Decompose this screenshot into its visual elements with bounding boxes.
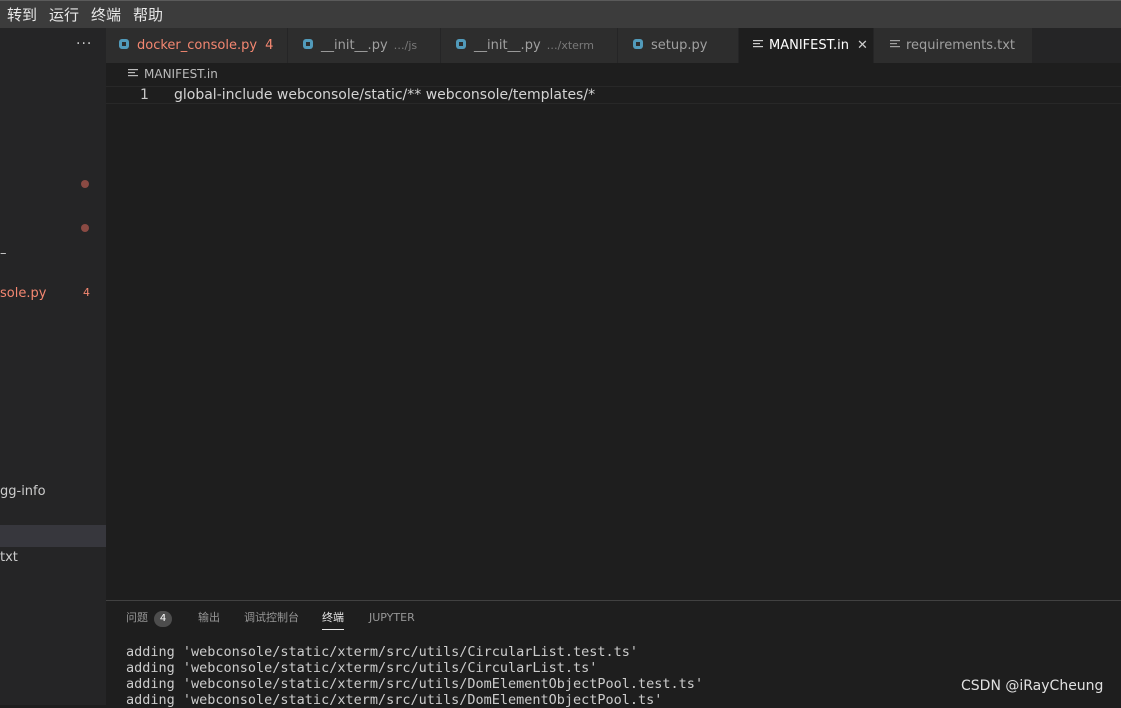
problems-count-badge: 4: [154, 611, 172, 627]
menu-help[interactable]: 帮助: [133, 6, 163, 24]
editor-tab-bar: docker_console.py 4 __init__.py …/js __in…: [106, 28, 1121, 63]
explorer-sidebar: ··· – sole.py 4 gg-info txt: [0, 28, 106, 705]
line-number: 1: [140, 87, 149, 103]
tab-path-hint: …/xterm: [546, 39, 594, 52]
sidebar-item-error-count: 4: [83, 286, 90, 299]
python-file-icon: [119, 39, 129, 49]
text-file-icon: [128, 69, 138, 77]
tab-manifest[interactable]: MANIFEST.in ✕: [739, 28, 874, 63]
tab-init-js[interactable]: __init__.py …/js: [288, 28, 441, 63]
tab-requirements[interactable]: requirements.txt: [874, 28, 1033, 63]
tab-problems[interactable]: 问题 4: [126, 611, 172, 627]
python-file-icon: [303, 39, 313, 49]
menu-goto[interactable]: 转到: [7, 6, 37, 24]
tab-jupyter[interactable]: JUPYTER: [369, 611, 415, 625]
menu-bar: 转到 运行 终端 帮助: [0, 0, 1121, 28]
sidebar-selected-row[interactable]: [0, 525, 106, 547]
python-file-icon: [633, 39, 643, 49]
sidebar-item-requirements[interactable]: txt: [0, 550, 18, 565]
tab-path-hint: …/js: [393, 39, 418, 52]
text-file-icon: [890, 40, 900, 48]
tab-label: requirements.txt: [906, 38, 1016, 53]
modified-dot-icon: [81, 224, 89, 232]
tab-output[interactable]: 输出: [198, 611, 220, 625]
tab-label: docker_console.py: [137, 38, 258, 53]
close-icon[interactable]: ✕: [857, 38, 868, 53]
breadcrumb[interactable]: MANIFEST.in: [128, 67, 218, 81]
menu-run[interactable]: 运行: [49, 6, 79, 24]
python-file-icon: [456, 39, 466, 49]
more-actions-icon[interactable]: ···: [76, 36, 92, 52]
tab-setup[interactable]: setup.py: [618, 28, 739, 63]
tab-terminal[interactable]: 终端: [322, 611, 344, 630]
terminal-line: adding 'webconsole/static/xterm/src/util…: [126, 692, 663, 708]
tab-label: __init__.py: [321, 38, 388, 53]
tab-init-xterm[interactable]: __init__.py …/xterm: [441, 28, 618, 63]
tab-label: MANIFEST.in: [769, 38, 849, 53]
tab-label: __init__.py: [474, 38, 541, 53]
terminal-line: adding 'webconsole/static/xterm/src/util…: [126, 644, 639, 660]
breadcrumb-file[interactable]: MANIFEST.in: [144, 67, 218, 81]
menu-terminal[interactable]: 终端: [91, 6, 121, 24]
tab-docker-console[interactable]: docker_console.py 4: [106, 28, 288, 63]
terminal-line: adding 'webconsole/static/xterm/src/util…: [126, 676, 704, 692]
tab-problems-label: 问题: [126, 611, 148, 624]
terminal-line: adding 'webconsole/static/xterm/src/util…: [126, 660, 598, 676]
modified-dot-icon: [81, 180, 89, 188]
tab-error-count: 4: [265, 38, 274, 53]
tab-debug-console[interactable]: 调试控制台: [244, 611, 299, 625]
watermark: CSDN @iRayCheung: [961, 678, 1104, 694]
text-file-icon: [753, 40, 763, 48]
sidebar-item-dash[interactable]: –: [0, 246, 7, 261]
sidebar-item-egg-info[interactable]: gg-info: [0, 484, 46, 499]
sidebar-item-docker-console[interactable]: sole.py: [0, 286, 46, 301]
tab-label: setup.py: [651, 38, 708, 53]
code-line[interactable]: global-include webconsole/static/** webc…: [174, 87, 595, 104]
